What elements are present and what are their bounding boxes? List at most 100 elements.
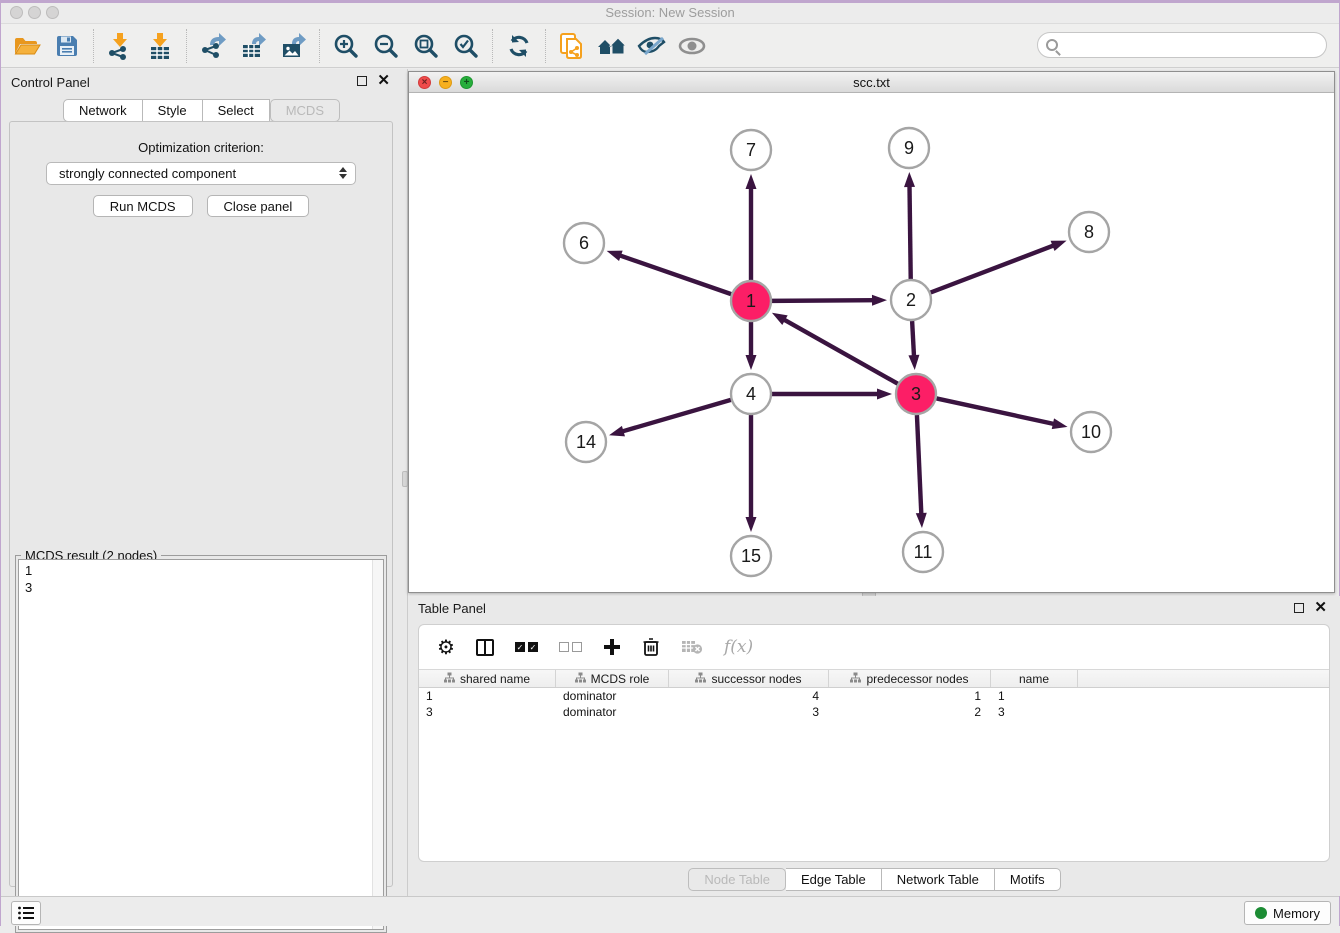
status-bar: Memory (1, 896, 1339, 926)
column-header-shared-name[interactable]: shared name (419, 670, 556, 687)
memory-status-icon (1255, 907, 1267, 919)
table-cell-MCDS-role[interactable]: dominator (556, 688, 669, 704)
table-row[interactable]: 1dominator411 (419, 688, 1329, 704)
graph-edge-4-14[interactable] (621, 400, 731, 432)
unselect-all-icon[interactable] (559, 642, 582, 652)
graph-edge-2-3[interactable] (912, 321, 914, 358)
graph-node-label-4: 4 (746, 384, 756, 404)
network-view-window: × − + scc.txt 7968124314101511 (408, 71, 1335, 593)
table-panel: Table Panel ✕ ⚙ ✓✓ (408, 596, 1340, 896)
mcds-result-textarea[interactable]: 13 (18, 559, 384, 930)
table-cell-name[interactable]: 1 (991, 688, 1078, 704)
graph-edge-arrowhead (904, 172, 915, 187)
tab-network[interactable]: Network (63, 99, 143, 122)
optimization-criterion-label: Optimization criterion: (10, 140, 392, 155)
run-mcds-button[interactable]: Run MCDS (93, 195, 193, 217)
cyndex-button[interactable] (552, 27, 592, 65)
table-cell-name[interactable]: 3 (991, 704, 1078, 720)
open-session-button[interactable] (7, 27, 47, 65)
export-image-icon (280, 32, 306, 60)
tab-mcds[interactable]: MCDS (270, 99, 340, 122)
graph-edge-arrowhead (1052, 418, 1068, 429)
delete-column-icon[interactable] (642, 637, 660, 657)
export-network-icon (200, 32, 226, 60)
show-graphics-details-button[interactable] (672, 27, 712, 65)
export-table-button[interactable] (233, 27, 273, 65)
graph-node-label-8: 8 (1084, 222, 1094, 242)
export-network-button[interactable] (193, 27, 233, 65)
title-bar: Session: New Session (1, 3, 1339, 23)
save-icon (55, 34, 79, 58)
select-all-icon[interactable]: ✓✓ (515, 642, 538, 652)
column-header-successor-nodes[interactable]: successor nodes (669, 670, 829, 687)
network-window-titlebar[interactable]: × − + scc.txt (409, 72, 1334, 93)
graph-edge-arrowhead (872, 295, 887, 306)
search-input[interactable] (1063, 35, 1326, 55)
float-table-panel-icon[interactable] (1294, 603, 1304, 613)
zoom-out-button[interactable] (366, 27, 406, 65)
add-column-icon[interactable] (603, 638, 621, 656)
criterion-select[interactable]: strongly connected component (46, 162, 356, 185)
graph-edge-3-10[interactable] (937, 398, 1056, 424)
import-network-button[interactable] (100, 27, 140, 65)
tab-network-table[interactable]: Network Table (882, 868, 995, 891)
column-browser-icon[interactable] (476, 639, 494, 656)
graph-node-label-14: 14 (576, 432, 596, 452)
zoom-out-icon (373, 33, 399, 59)
table-cell-MCDS-role[interactable]: dominator (556, 704, 669, 720)
column-tree-icon (695, 672, 706, 686)
column-tree-icon (444, 672, 455, 686)
import-network-icon (107, 32, 133, 60)
mcds-result-values: 13 (19, 560, 383, 596)
column-header-name[interactable]: name (991, 670, 1078, 687)
apply-layout-button[interactable] (499, 27, 539, 65)
graph-edge-3-1[interactable] (782, 319, 897, 384)
tab-select[interactable]: Select (203, 99, 270, 122)
column-header-predecessor-nodes[interactable]: predecessor nodes (829, 670, 991, 687)
select-arrows-icon (339, 167, 347, 179)
table-rows: 1dominator4113dominator323 (419, 688, 1329, 720)
table-cell-successor-nodes[interactable]: 3 (669, 704, 829, 720)
save-session-button[interactable] (47, 27, 87, 65)
search-box[interactable] (1037, 32, 1327, 58)
table-cell-predecessor-nodes[interactable]: 2 (829, 704, 991, 720)
table-toolbar: ⚙ ✓✓ (419, 625, 1329, 669)
graph-edge-2-8[interactable] (931, 245, 1056, 293)
zoom-selected-button[interactable] (446, 27, 486, 65)
hide-graphics-details-button[interactable] (632, 27, 672, 65)
graph-edge-3-11[interactable] (917, 415, 921, 516)
mcds-result-line: 1 (25, 562, 383, 579)
table-cell-predecessor-nodes[interactable]: 1 (829, 688, 991, 704)
tab-motifs[interactable]: Motifs (995, 868, 1061, 891)
close-panel-button[interactable]: Close panel (207, 195, 310, 217)
table-options-icon[interactable]: ⚙ (437, 635, 455, 660)
graph-node-label-7: 7 (746, 140, 756, 160)
graph-edge-1-6[interactable] (618, 255, 731, 294)
graph-edge-2-9[interactable] (909, 184, 910, 279)
memory-button[interactable]: Memory (1244, 901, 1331, 925)
import-table-button[interactable] (140, 27, 180, 65)
task-history-button[interactable] (11, 901, 41, 925)
float-panel-icon[interactable] (357, 76, 367, 86)
table-row[interactable]: 3dominator323 (419, 704, 1329, 720)
home-pages-button[interactable] (592, 27, 632, 65)
tab-edge-table[interactable]: Edge Table (786, 868, 882, 891)
tab-node-table[interactable]: Node Table (688, 868, 786, 891)
close-table-panel-icon[interactable]: ✕ (1314, 603, 1327, 613)
column-header-MCDS-role[interactable]: MCDS role (556, 670, 669, 687)
function-builder-icon: f(x) (724, 637, 753, 657)
result-scrollbar[interactable] (372, 560, 383, 929)
zoom-in-button[interactable] (326, 27, 366, 65)
network-graph-canvas[interactable]: 7968124314101511 (409, 93, 1334, 592)
close-panel-icon[interactable]: ✕ (377, 76, 390, 86)
zoom-fit-button[interactable] (406, 27, 446, 65)
graph-edge-1-2[interactable] (772, 300, 875, 301)
mcds-result-groupbox: MCDS result (2 nodes) 13 (15, 555, 387, 933)
table-cell-shared-name[interactable]: 3 (419, 704, 556, 720)
table-cell-successor-nodes[interactable]: 4 (669, 688, 829, 704)
tab-style[interactable]: Style (143, 99, 203, 122)
export-image-button[interactable] (273, 27, 313, 65)
memory-label: Memory (1273, 906, 1320, 921)
criterion-select-value: strongly connected component (59, 166, 236, 181)
table-cell-shared-name[interactable]: 1 (419, 688, 556, 704)
